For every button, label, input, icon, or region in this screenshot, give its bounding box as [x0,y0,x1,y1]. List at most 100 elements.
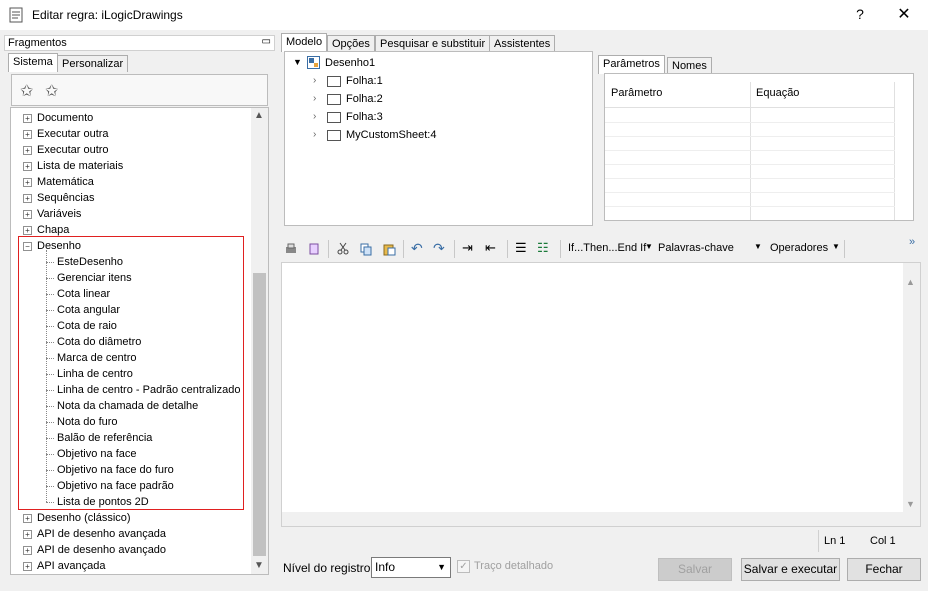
operators-dropdown[interactable]: Operadores [770,242,828,254]
tree-item-label: Lista de materiais [37,160,124,172]
log-level-select[interactable]: Info ▼ [371,557,451,578]
model-tree: ▼ Desenho1 › Folha:1 › Folha:2 › Folha:3 › MyCu… [284,51,593,226]
uncomment-icon[interactable]: ☷ [537,240,549,256]
expand-icon[interactable]: + [23,162,32,171]
log-level-label: Nível do registro [283,561,371,575]
cut-icon[interactable] [336,242,350,256]
expand-icon[interactable]: + [23,546,32,555]
model-root-label[interactable]: Desenho1 [325,57,375,69]
verbose-label: Traço detalhado [474,560,554,572]
chevron-right-icon[interactable]: › [313,129,316,140]
expand-icon[interactable]: + [23,130,32,139]
fragments-toolbar: ✩ ✩ [11,74,268,106]
chevron-right-icon[interactable]: › [313,93,316,104]
chevron-right-icon[interactable]: › [313,75,316,86]
tree-item-label: API de desenho avançada [37,528,167,540]
col-equacao[interactable]: Equação [756,87,799,99]
edit-fragment-star-icon[interactable]: ✩ [45,81,58,101]
print-icon[interactable] [284,242,298,256]
sheet-icon [327,130,341,141]
parameters-grid: Parâmetro Equação [604,73,914,221]
expand-icon[interactable]: + [23,178,32,187]
tab-personalizar[interactable]: Personalizar [57,55,129,72]
tree-item-label: Documento [37,112,94,124]
expand-icon[interactable]: + [23,226,32,235]
log-chevron-down-icon: ▼ [437,562,446,572]
chevron-down-icon[interactable]: ▼ [293,57,302,67]
scroll-thumb[interactable] [253,273,266,556]
title-bar: Editar regra: iLogicDrawings ? ✕ [0,0,928,30]
tab-parametros[interactable]: Parâmetros [598,55,665,74]
sheet-label[interactable]: MyCustomSheet:4 [346,129,436,141]
expand-icon[interactable]: + [23,146,32,155]
editor-hscrollbar[interactable] [282,512,905,526]
indent-icon[interactable]: ⇥ [462,240,473,256]
keywords-dropdown[interactable]: Palavras-chave [658,242,734,254]
verbose-checkbox[interactable]: ✓ [457,560,470,573]
chevron-right-icon[interactable]: › [313,111,316,122]
pin-icon[interactable]: ▭ [262,36,271,47]
tab-nomes[interactable]: Nomes [667,57,712,74]
sheet-label[interactable]: Folha:3 [346,111,383,123]
expand-icon[interactable]: + [23,514,32,523]
save-and-run-button[interactable]: Salvar e executar [741,558,840,581]
tab-pesquisar[interactable]: Pesquisar e substituir [375,35,491,52]
editor-scrollbar[interactable]: ▲ ▼ [903,263,920,526]
tab-modelo[interactable]: Modelo [281,33,328,52]
scroll-down-arrow-icon[interactable]: ▼ [254,560,264,571]
tree-scrollbar[interactable]: ▲ ▼ [251,108,268,574]
expand-icon[interactable]: + [23,530,32,539]
fragments-header: Fragmentos ▭ [4,35,275,51]
expand-icon[interactable]: + [23,562,32,571]
tab-sistema[interactable]: Sistema [8,53,58,72]
sheet-icon [327,112,341,123]
add-fragment-star-icon[interactable]: ✩ [20,81,33,101]
sheet-icon [327,76,341,87]
expand-icon[interactable]: + [23,194,32,203]
operators-chevron-down-icon[interactable]: ▼ [832,242,840,251]
sheet-label[interactable]: Folha:2 [346,93,383,105]
highlight-box [18,236,244,510]
tree-item-label: Sequências [37,192,95,204]
tab-opcoes[interactable]: Opções [327,35,375,52]
status-bar: Ln 1 Col 1 [818,530,923,552]
help-button[interactable]: ? [853,6,867,22]
col-parametro[interactable]: Parâmetro [611,87,662,99]
log-level-value: Info [375,560,396,574]
paste-icon[interactable] [382,242,396,256]
outdent-icon[interactable]: ⇤ [485,240,496,256]
keywords-chevron-down-icon[interactable]: ▼ [754,242,762,251]
scroll-up-arrow-icon[interactable]: ▲ [254,110,264,121]
drawing-icon [307,56,320,69]
close-window-button[interactable]: ✕ [895,4,913,24]
editor-toolbar: ↶ ↷ ⇥ ⇤ ☰ ☷ If...Then...End If Palavras-… [280,236,924,262]
expand-icon[interactable]: + [23,210,32,219]
close-button[interactable]: Fechar [847,558,921,581]
editor-scroll-up-icon[interactable]: ▲ [906,277,915,287]
code-editor[interactable]: ▲ ▼ [281,262,921,527]
sheet-label[interactable]: Folha:1 [346,75,383,87]
copy-icon[interactable] [359,242,373,256]
fragments-title: Fragmentos [8,37,67,49]
editor-scroll-down-icon[interactable]: ▼ [906,499,915,509]
expand-icon[interactable]: + [23,114,32,123]
document-icon[interactable] [307,242,321,256]
window-title: Editar regra: iLogicDrawings [32,8,183,22]
tab-assistentes[interactable]: Assistentes [489,35,556,52]
tree-item-label: Executar outro [37,144,109,156]
ifthen-chevron-down-icon[interactable]: ▼ [645,242,653,251]
toolbar-overflow[interactable]: » [909,236,915,248]
tree-item-label: Desenho (clássico) [37,512,131,524]
redo-icon[interactable]: ↷ [433,240,445,257]
if-then-dropdown[interactable]: If...Then...End If [568,242,646,254]
tree-item-label: Variáveis [37,208,82,220]
rule-editor-icon [9,7,23,23]
col-status: Col 1 [870,535,896,547]
line-status: Ln 1 [824,535,846,547]
sheet-icon [327,94,341,105]
undo-icon[interactable]: ↶ [411,240,423,257]
tree-item-label: API avançada [37,560,106,572]
tree-item-label: API de desenho avançado [37,544,167,556]
comment-icon[interactable]: ☰ [515,240,527,256]
save-button[interactable]: Salvar [658,558,732,581]
